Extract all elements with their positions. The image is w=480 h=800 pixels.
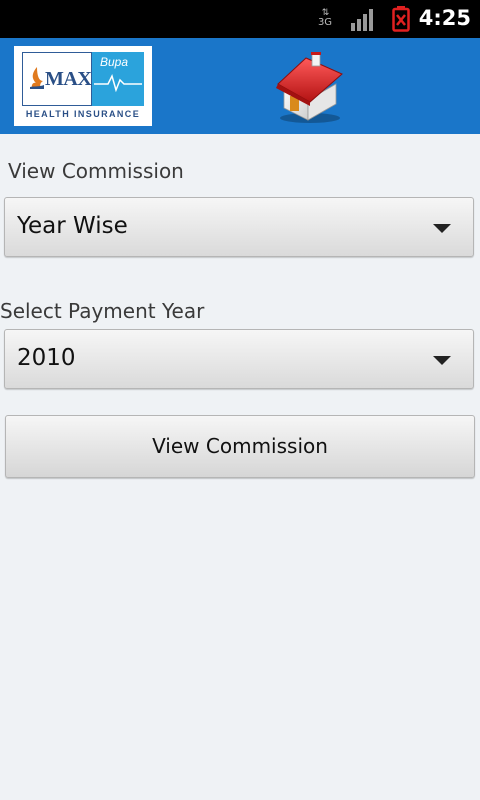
status-bar: ⇅ 3G 4:25 [0,0,480,38]
dropdown-arrow-icon [433,224,451,233]
logo-partner: Bupa [100,55,129,69]
heartbeat-icon [94,73,142,92]
status-clock: 4:25 [418,6,471,30]
payment-year-value: 2010 [17,345,76,371]
view-commission-dropdown[interactable]: Year Wise [4,197,474,257]
view-commission-label: View Commission [8,159,184,183]
network-type: 3G [317,17,333,28]
data-network-icon: ⇅ 3G [317,8,333,28]
home-icon[interactable] [272,44,346,126]
signal-strength-icon [351,9,373,31]
battery-alert-icon [392,6,410,32]
logo-tagline: HEALTH INSURANCE [25,109,141,119]
max-bupa-logo: MAX Bupa HEALTH INSURANCE [14,46,152,126]
payment-year-label: Select Payment Year [0,299,205,323]
payment-year-dropdown[interactable]: 2010 [4,329,474,389]
app-header: MAX Bupa HEALTH INSURANCE [0,38,480,134]
view-commission-button[interactable]: View Commission [5,415,475,478]
view-commission-value: Year Wise [17,213,128,239]
dropdown-arrow-icon [433,356,451,365]
logo-brand: MAX [45,68,92,90]
flame-icon [30,67,44,89]
